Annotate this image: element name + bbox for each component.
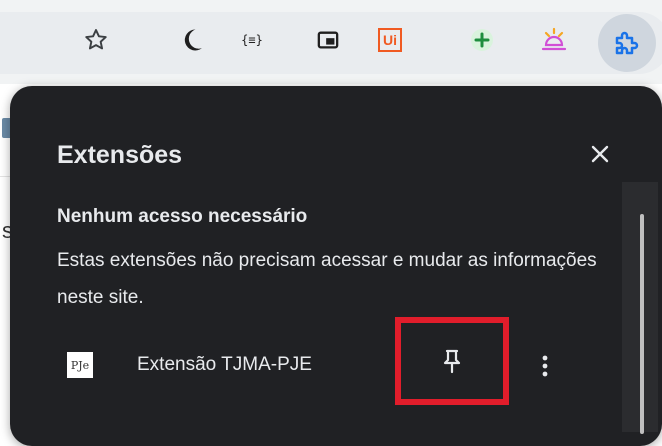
bookmark-star-button[interactable]: [76, 20, 116, 60]
extensions-puzzle-icon: [615, 31, 639, 55]
dark-mode-extension-button[interactable]: [172, 20, 212, 60]
moon-icon: [184, 29, 202, 51]
extension-row[interactable]: PJe Extensão TJMA-PJE: [57, 317, 617, 405]
picture-in-picture-icon: [317, 31, 339, 49]
picture-in-picture-button[interactable]: [308, 20, 348, 60]
star-icon: [85, 29, 107, 50]
add-extension-button[interactable]: [462, 20, 502, 60]
more-vertical-icon: [542, 355, 548, 377]
more-options-button[interactable]: [535, 348, 555, 384]
section-heading: Nenhum acesso necessário: [57, 206, 308, 227]
json-formatter-icon: {≡}: [241, 33, 263, 47]
extension-name[interactable]: Extensão TJMA-PJE: [137, 354, 312, 376]
scrollbar-thumb[interactable]: [640, 214, 644, 434]
close-icon: [591, 145, 609, 163]
extensions-panel: Extensões Nenhum acesso necessário Estas…: [10, 86, 662, 446]
uipath-extension-button[interactable]: Ui: [370, 20, 410, 60]
section-description: Estas extensões não precisam acessar e m…: [57, 250, 597, 308]
uipath-icon: Ui: [378, 28, 402, 52]
close-button[interactable]: [584, 138, 616, 170]
panel-title: Extensões: [57, 141, 183, 169]
pje-extension-icon: PJe: [67, 352, 93, 378]
pin-extension-button[interactable]: [395, 317, 509, 405]
json-formatter-button[interactable]: {≡}: [232, 20, 272, 60]
pin-icon: [443, 349, 461, 374]
weather-extension-button[interactable]: [534, 20, 574, 60]
extensions-button[interactable]: [598, 14, 656, 72]
browser-toolbar: {≡} Ui: [0, 0, 662, 84]
pje-icon-label: PJe: [70, 358, 90, 372]
uipath-label: Ui: [383, 32, 397, 48]
add-green-icon: [471, 29, 493, 51]
weather-icon: [541, 27, 567, 51]
